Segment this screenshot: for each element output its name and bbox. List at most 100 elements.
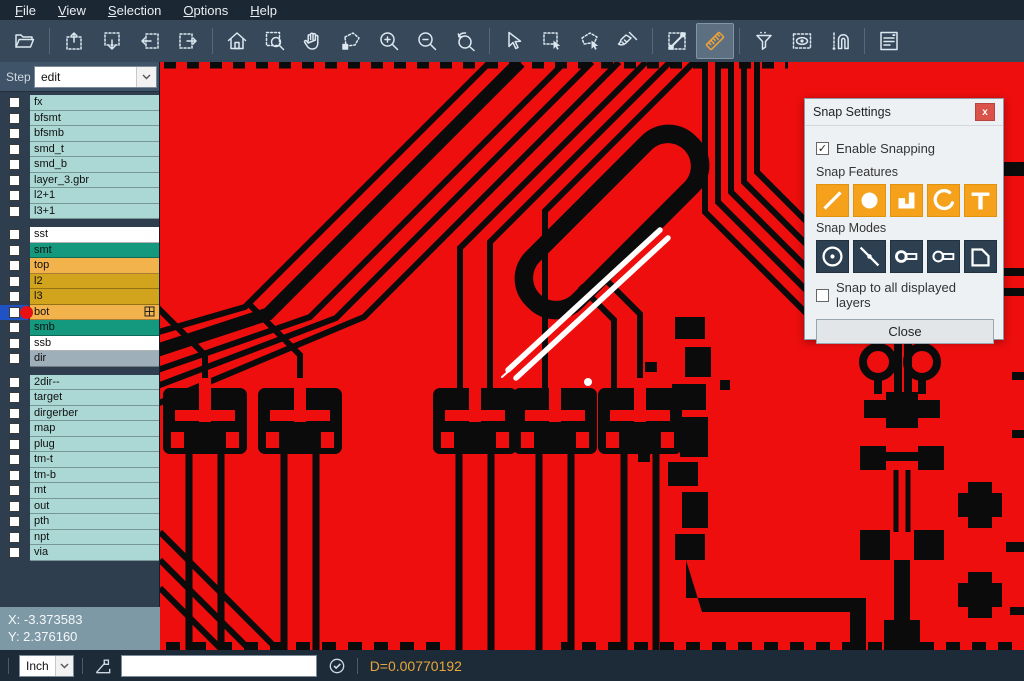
- layer-item-smd_b[interactable]: smd_b: [30, 157, 159, 173]
- zoom-window-button[interactable]: [256, 23, 294, 59]
- layer-checkbox[interactable]: [0, 258, 28, 274]
- layer-item-top[interactable]: top: [30, 258, 159, 274]
- open-file-button[interactable]: [6, 23, 44, 59]
- snap-button[interactable]: [821, 23, 859, 59]
- dialog-close-button[interactable]: Close: [816, 319, 994, 344]
- layer-item-via[interactable]: via: [30, 545, 159, 561]
- layer-checkbox[interactable]: [0, 452, 28, 468]
- layer-item-npt[interactable]: npt: [30, 530, 159, 546]
- layer-item-mt[interactable]: mt: [30, 483, 159, 499]
- layer-item-target[interactable]: target: [30, 390, 159, 406]
- mode-contour-button[interactable]: [964, 240, 997, 273]
- mode-midpoint-button[interactable]: [853, 240, 886, 273]
- layer-item-out[interactable]: out: [30, 499, 159, 515]
- snap-all-layers-checkbox[interactable]: [816, 289, 829, 302]
- home-fit-button[interactable]: [218, 23, 256, 59]
- dialog-title-bar[interactable]: Snap Settings x: [805, 99, 1003, 126]
- mode-center-button[interactable]: [816, 240, 849, 273]
- layer-item-pth[interactable]: pth: [30, 514, 159, 530]
- layer-item-bfsmt[interactable]: bfsmt: [30, 111, 159, 127]
- layer-checkbox[interactable]: [0, 375, 28, 391]
- layer-checkbox[interactable]: [0, 204, 28, 220]
- layer-item-bot[interactable]: bot: [30, 305, 159, 321]
- layer-item-layer_3.gbr[interactable]: layer_3.gbr: [30, 173, 159, 189]
- snap-text-button[interactable]: [964, 184, 997, 217]
- chevron-down-icon[interactable]: [136, 67, 156, 87]
- layer-checkbox[interactable]: [0, 514, 28, 530]
- filter-button[interactable]: [745, 23, 783, 59]
- layer-checkbox[interactable]: [0, 437, 28, 453]
- layer-checkbox[interactable]: [0, 243, 28, 259]
- layer-item-dirgerber[interactable]: dirgerber: [30, 406, 159, 422]
- snap-circle-button[interactable]: [853, 184, 886, 217]
- menu-view[interactable]: View: [47, 2, 97, 19]
- chevron-down-icon[interactable]: [55, 656, 73, 676]
- layer-item-l3+1[interactable]: l3+1: [30, 204, 159, 220]
- apply-refresh-icon[interactable]: [325, 656, 349, 676]
- layer-item-l2[interactable]: l2: [30, 274, 159, 290]
- layer-checkbox[interactable]: [0, 188, 28, 204]
- layer-checkbox[interactable]: [0, 95, 28, 111]
- layer-item-map[interactable]: map: [30, 421, 159, 437]
- measure-ruler-button[interactable]: [696, 23, 734, 59]
- snap-arc-button[interactable]: [927, 184, 960, 217]
- select-polygon-button[interactable]: [571, 23, 609, 59]
- zoom-in-button[interactable]: [370, 23, 408, 59]
- layer-checkbox[interactable]: [0, 468, 28, 484]
- layer-item-bfsmb[interactable]: bfsmb: [30, 126, 159, 142]
- command-input[interactable]: [121, 655, 317, 677]
- clean-brush-button[interactable]: [609, 23, 647, 59]
- layer-checkbox[interactable]: [0, 142, 28, 158]
- layer-checkbox[interactable]: [0, 111, 28, 127]
- layer-item-sst[interactable]: sst: [30, 227, 159, 243]
- layer-item-smb[interactable]: smb: [30, 320, 159, 336]
- report-button[interactable]: [870, 23, 908, 59]
- unit-dropdown[interactable]: Inch: [19, 655, 74, 677]
- layer-item-2dir--[interactable]: 2dir--: [30, 375, 159, 391]
- layer-checkbox[interactable]: [0, 126, 28, 142]
- enable-snapping-checkbox[interactable]: ✓: [816, 142, 829, 155]
- snap-line-button[interactable]: [816, 184, 849, 217]
- layer-checkbox[interactable]: [0, 421, 28, 437]
- layer-checkbox[interactable]: [0, 274, 28, 290]
- layer-item-smt[interactable]: smt: [30, 243, 159, 259]
- layer-checkbox[interactable]: [0, 406, 28, 422]
- zoom-out-button[interactable]: [408, 23, 446, 59]
- mode-key-closed-button[interactable]: [890, 240, 923, 273]
- select-rectangle-button[interactable]: [533, 23, 571, 59]
- select-cursor-button[interactable]: [495, 23, 533, 59]
- mode-key-open-button[interactable]: [927, 240, 960, 273]
- zoom-area-button[interactable]: [332, 23, 370, 59]
- layer-checkbox[interactable]: [0, 545, 28, 561]
- angle-corner-icon[interactable]: [91, 656, 115, 676]
- pan-hand-button[interactable]: [294, 23, 332, 59]
- layer-item-plug[interactable]: plug: [30, 437, 159, 453]
- layer-checkbox[interactable]: [0, 351, 28, 367]
- layer-item-l3[interactable]: l3: [30, 289, 159, 305]
- menu-file[interactable]: File: [4, 2, 47, 19]
- layer-item-ssb[interactable]: ssb: [30, 336, 159, 352]
- pan-left-button[interactable]: [131, 23, 169, 59]
- grid-icon[interactable]: [144, 306, 155, 317]
- layer-checkbox[interactable]: [0, 483, 28, 499]
- menu-selection[interactable]: Selection: [97, 2, 172, 19]
- layer-checkbox[interactable]: [0, 320, 28, 336]
- pan-right-button[interactable]: [169, 23, 207, 59]
- layer-checkbox[interactable]: [0, 390, 28, 406]
- step-dropdown[interactable]: edit: [34, 66, 157, 88]
- menu-help[interactable]: Help: [239, 2, 288, 19]
- layer-checkbox[interactable]: [0, 499, 28, 515]
- zoom-previous-button[interactable]: [446, 23, 484, 59]
- pan-up-button[interactable]: [55, 23, 93, 59]
- layer-checkbox[interactable]: [0, 173, 28, 189]
- layer-item-tm-b[interactable]: tm-b: [30, 468, 159, 484]
- layer-checkbox[interactable]: [0, 157, 28, 173]
- snap-surface-button[interactable]: [890, 184, 923, 217]
- menu-options[interactable]: Options: [172, 2, 239, 19]
- layer-checkbox[interactable]: [0, 227, 28, 243]
- view-options-button[interactable]: [783, 23, 821, 59]
- layer-item-l2+1[interactable]: l2+1: [30, 188, 159, 204]
- close-icon[interactable]: x: [975, 103, 995, 121]
- layer-item-dir[interactable]: dir: [30, 351, 159, 367]
- pan-down-button[interactable]: [93, 23, 131, 59]
